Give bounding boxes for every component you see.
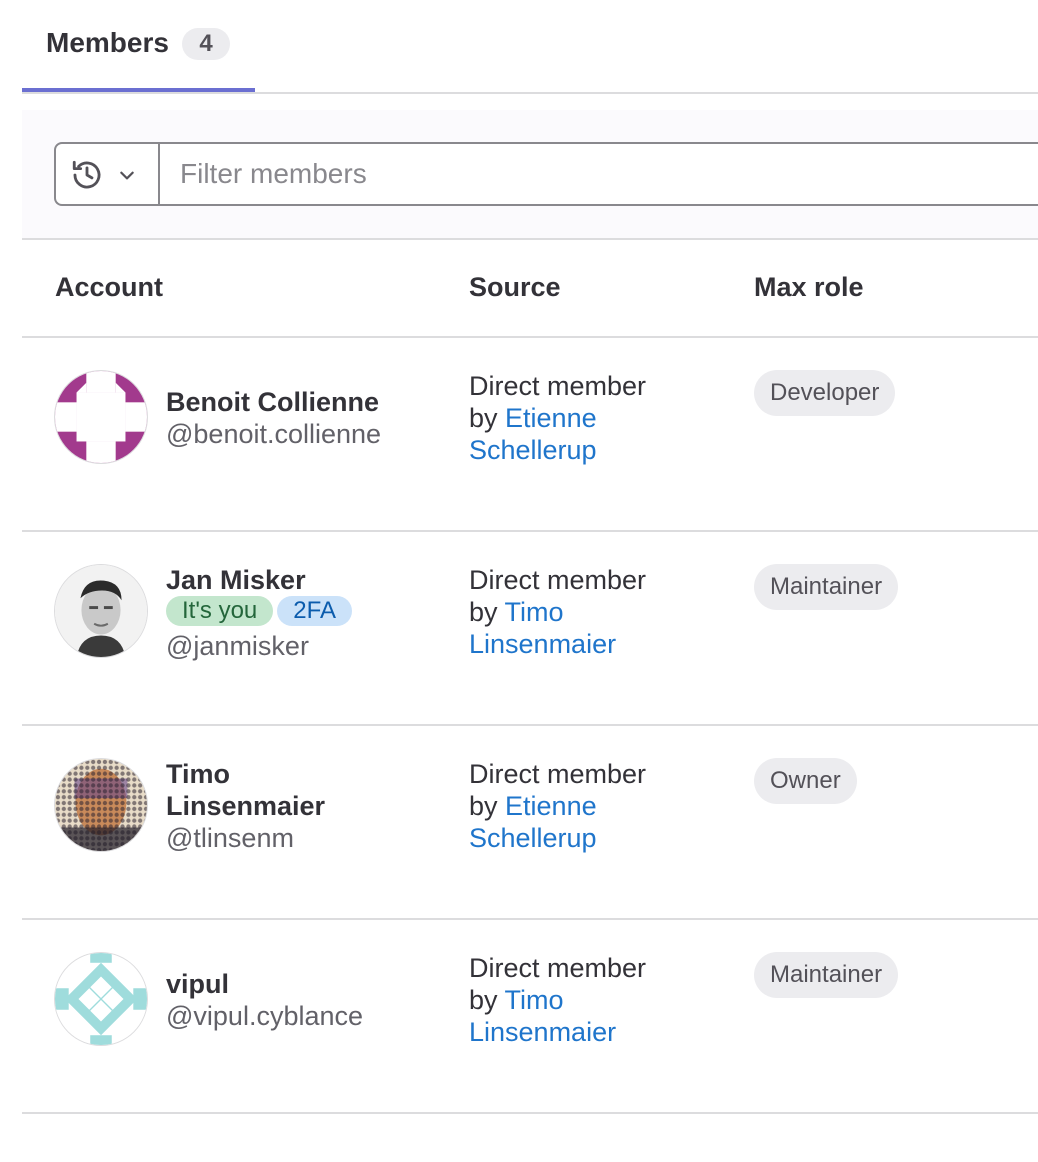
- source-type: Direct member: [469, 371, 647, 401]
- members-page: Members 4 Account Source Max role: [0, 0, 1038, 1162]
- source-by: by: [469, 791, 506, 821]
- source-type: Direct member: [469, 565, 647, 595]
- source-cell: Direct member by Etienne Schellerup: [469, 370, 709, 466]
- avatar[interactable]: [54, 952, 148, 1046]
- avatar[interactable]: [54, 370, 148, 464]
- header-account: Account: [55, 272, 163, 302]
- filter-members-input[interactable]: [160, 144, 1038, 204]
- member-name-line2: Linsenmaier: [166, 791, 326, 821]
- member-badges: It's you 2FA: [166, 596, 456, 630]
- its-you-badge: It's you: [166, 596, 274, 626]
- role-badge: Owner: [754, 758, 857, 804]
- user-photo-avatar: [55, 565, 147, 657]
- source-type: Direct member: [469, 759, 647, 789]
- member-username: @benoit.collienne: [166, 419, 382, 449]
- source-cell: Direct member by Timo Linsenmaier: [469, 952, 709, 1048]
- member-name-line1: Timo: [166, 759, 231, 789]
- source-by: by: [469, 597, 505, 627]
- avatar[interactable]: [54, 564, 148, 658]
- table-row: Benoit Collienne @benoit.collienne Direc…: [22, 338, 1038, 532]
- table-row: vipul @vipul.cyblance Direct member by T…: [22, 920, 1038, 1114]
- tab-members-label: Members: [46, 27, 169, 58]
- tab-members[interactable]: Members 4: [22, 0, 255, 92]
- header-max-role: Max role: [754, 272, 864, 302]
- role-badge: Maintainer: [754, 564, 899, 610]
- account-cell: vipul @vipul.cyblance: [166, 968, 456, 1032]
- avatar[interactable]: [54, 758, 148, 852]
- header-source: Source: [469, 272, 561, 302]
- two-factor-badge: 2FA: [277, 596, 352, 626]
- source-cell: Direct member by Timo Linsenmaier: [469, 564, 709, 660]
- role-badge: Maintainer: [754, 952, 899, 998]
- members-table: Account Source Max role Benoit Collienne…: [22, 240, 1038, 1114]
- source-type: Direct member: [469, 953, 647, 983]
- member-username: @vipul.cyblance: [166, 1001, 364, 1031]
- table-header: Account Source Max role: [22, 240, 1038, 338]
- identicon-avatar: [55, 371, 147, 463]
- recent-searches-dropdown-button[interactable]: [56, 144, 160, 204]
- table-row: Timo Linsenmaier @tlinsenm Direct member …: [22, 726, 1038, 920]
- source-by: by: [469, 985, 505, 1015]
- member-name[interactable]: Jan Misker: [166, 564, 456, 596]
- tab-members-count-badge: 4: [182, 28, 230, 60]
- account-cell: Benoit Collienne @benoit.collienne: [166, 386, 456, 450]
- history-icon: [72, 160, 101, 189]
- account-cell: Jan Misker It's you 2FA @janmisker: [166, 564, 456, 662]
- filter-bar: [22, 110, 1038, 240]
- source-by: by: [469, 403, 506, 433]
- member-name[interactable]: vipul: [166, 968, 456, 1000]
- role-badge: Developer: [754, 370, 896, 416]
- member-username: @tlinsenm: [166, 823, 294, 853]
- account-cell: Timo Linsenmaier @tlinsenm: [166, 758, 456, 854]
- source-cell: Direct member by Etienne Schellerup: [469, 758, 709, 854]
- table-row: Jan Misker It's you 2FA @janmisker Direct…: [22, 532, 1038, 726]
- identicon-avatar: [55, 953, 147, 1045]
- user-photo-avatar: [55, 759, 147, 851]
- tabs-bar: Members 4: [22, 0, 1038, 94]
- chevron-down-icon: [120, 171, 134, 180]
- member-username: @janmisker: [166, 631, 309, 661]
- member-name[interactable]: Benoit Collienne: [166, 386, 456, 418]
- filter-search-box: [54, 142, 1038, 206]
- member-name[interactable]: Timo Linsenmaier: [166, 758, 456, 822]
